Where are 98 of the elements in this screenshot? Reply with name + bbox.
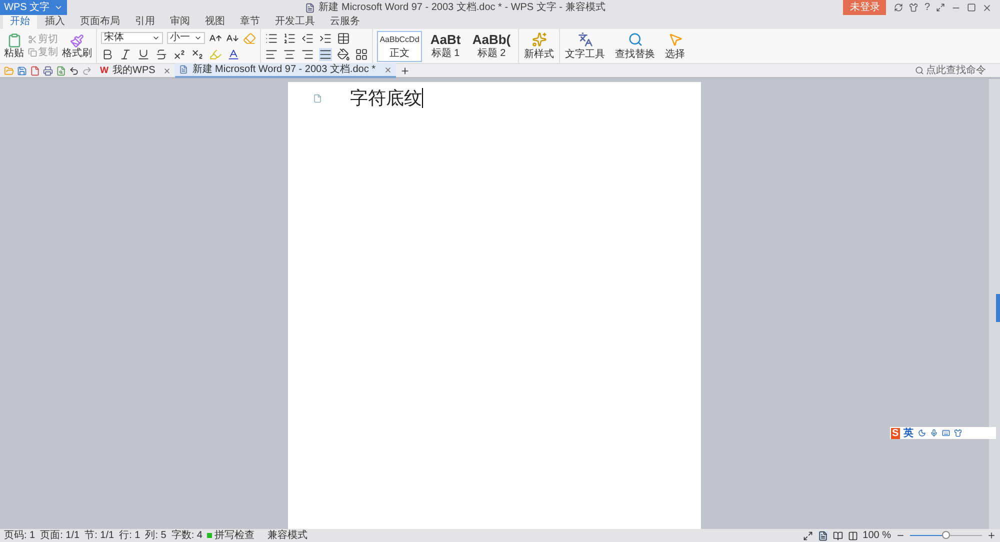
translate-icon [578, 32, 592, 47]
zoom-level: 100 % [862, 529, 891, 542]
web-view-icon[interactable] [848, 530, 858, 540]
ribbon-tab[interactable]: 插入 [38, 15, 72, 29]
status-text: 行: 1 [119, 529, 140, 542]
zoom-slider-thumb[interactable] [942, 531, 950, 539]
close-icon[interactable] [163, 66, 172, 74]
tab-label: 新建 Microsoft Word 97 - 2003 文档.doc * [192, 62, 376, 77]
search-icon [915, 66, 924, 75]
status-text: 字数: 4 [171, 528, 202, 542]
ime-mode[interactable]: 英 [904, 428, 914, 438]
status-text: 页码: 1 [4, 529, 36, 542]
text-tools-button[interactable]: 文字工具 [559, 29, 610, 63]
subscript-icon[interactable] [191, 48, 204, 60]
format-painter-button[interactable]: 格式刷 [62, 34, 92, 58]
ribbon-tab[interactable]: 云服务 [323, 15, 367, 29]
caret-icon [194, 34, 202, 42]
align-center-icon[interactable] [283, 48, 296, 60]
clipboard-icon [6, 33, 22, 48]
copy-icon [28, 48, 37, 57]
font-name-field[interactable]: 宋体 [101, 32, 163, 44]
refresh-icon[interactable] [894, 3, 904, 12]
skin-icon[interactable] [954, 429, 962, 437]
caret-icon [152, 34, 160, 42]
paste-button[interactable]: 粘贴 [4, 33, 24, 59]
skin-icon[interactable] [909, 3, 918, 12]
logo: W [100, 64, 108, 77]
microphone-icon[interactable] [930, 429, 938, 437]
status-text: 页面: 1/1 [40, 529, 80, 542]
full-screen-icon[interactable] [936, 3, 945, 12]
side-panel-handle[interactable] [996, 294, 1000, 322]
app-menu-button[interactable]: WPS 文字 [0, 0, 67, 15]
shading-icon[interactable] [337, 48, 350, 60]
ime-logo: S [891, 428, 900, 438]
paragraph-icon [313, 94, 322, 103]
close-icon[interactable] [384, 66, 392, 74]
underline-icon[interactable] [137, 48, 150, 60]
status-text: 节: 1/1 [84, 528, 114, 542]
sparkle-icon [532, 32, 546, 47]
reading-view-icon[interactable] [832, 530, 843, 540]
strikethrough-icon[interactable] [155, 48, 168, 60]
outdent-icon[interactable] [301, 32, 314, 44]
indent-icon[interactable] [319, 32, 332, 44]
font-color-icon[interactable] [227, 48, 240, 60]
compatibility-mode: 兼容模式 [267, 528, 308, 542]
numbered-list-icon[interactable] [283, 32, 296, 44]
document-tab[interactable]: W 我的WPS [96, 63, 176, 78]
document-icon [179, 65, 188, 74]
ribbon-tab[interactable]: 视图 [198, 15, 232, 29]
zoom-in-icon[interactable] [987, 531, 996, 540]
table-icon[interactable] [337, 32, 350, 44]
find-replace-button[interactable]: 查找替换 [610, 29, 660, 63]
style-option[interactable]: AaBb( 标题 2 [469, 30, 514, 62]
ribbon-tab[interactable]: 引用 [128, 15, 162, 29]
fit-icon[interactable] [802, 530, 813, 540]
bold-icon[interactable] [101, 48, 114, 60]
ime-toolbar[interactable]: S 英 [890, 427, 996, 439]
ribbon-tab[interactable]: 开发工具 [268, 15, 322, 29]
paintbrush-icon [70, 34, 84, 48]
undo-icon[interactable] [69, 66, 79, 76]
page-view-icon[interactable] [818, 530, 828, 540]
spell-check-toggle[interactable]: 拼写检查 [207, 528, 254, 542]
keyboard-icon[interactable] [942, 429, 950, 437]
ribbon-tab[interactable]: 开始 [3, 15, 37, 29]
scissors-icon [28, 35, 37, 44]
style-option[interactable]: AaBt 标题 1 [423, 30, 468, 62]
borders-icon[interactable] [355, 48, 368, 60]
align-left-icon[interactable] [265, 48, 278, 60]
maximize-icon[interactable] [967, 3, 976, 12]
font-size-field[interactable]: 小一 [167, 32, 205, 44]
document-text: 字符底纹 [350, 88, 423, 108]
scrollbar[interactable] [989, 79, 1000, 529]
select-button[interactable]: 选择 [660, 29, 690, 63]
document-icon [304, 2, 315, 12]
print-icon[interactable] [43, 66, 53, 76]
ribbon-tab[interactable]: 章节 [233, 15, 267, 29]
help-button[interactable]: ? [924, 0, 930, 15]
pointer-icon [668, 32, 682, 47]
search-icon [628, 32, 642, 47]
align-right-icon[interactable] [301, 48, 314, 60]
italic-icon[interactable] [119, 48, 132, 60]
caret-icon [54, 3, 63, 12]
ribbon-tab[interactable]: 审阅 [163, 15, 197, 29]
moon-icon[interactable] [918, 429, 926, 437]
style-option[interactable]: AaBbCcDd 正文 [377, 30, 422, 62]
command-search-field[interactable]: 点此查找命令 [915, 63, 1000, 78]
tab-label: 我的WPS [112, 64, 156, 78]
window-title: 新建 Microsoft Word 97 - 2003 文档.doc * - WPS 文字 - 兼容模式 [318, 0, 606, 15]
close-icon[interactable] [982, 2, 992, 12]
superscript-icon[interactable] [173, 48, 186, 60]
save-icon[interactable] [17, 66, 27, 76]
document-tab[interactable]: 新建 Microsoft Word 97 - 2003 文档.doc * [175, 63, 396, 78]
export-icon[interactable] [30, 66, 40, 76]
new-style-button[interactable]: 新样式 [519, 29, 559, 63]
new-tab-icon[interactable] [400, 66, 410, 76]
justify-icon[interactable] [319, 48, 332, 60]
ribbon-tab[interactable]: 页面布局 [73, 15, 127, 29]
status-text: 列: 5 [145, 529, 166, 542]
